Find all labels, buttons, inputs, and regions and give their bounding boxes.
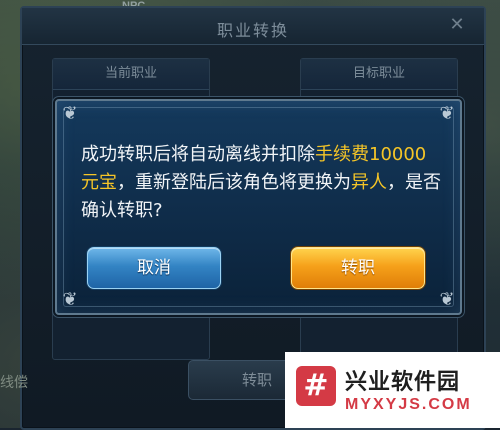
window-title: 职业转换 <box>216 21 289 40</box>
left-edge-text: 线偿 <box>0 375 28 391</box>
target-job-title: 目标职业 <box>301 59 457 90</box>
close-icon[interactable]: ✕ <box>444 12 470 38</box>
corner-ornament-icon: ❦ <box>62 103 78 124</box>
dialog-message: 成功转职后将自动离线并扣除手续费10000元宝，重新登陆后该角色将更换为异人，是… <box>81 141 441 225</box>
cancel-button[interactable]: 取消 <box>87 247 221 289</box>
corner-ornament-icon: ❦ <box>439 289 455 310</box>
current-job-title: 当前职业 <box>53 59 209 90</box>
site-logo-icon: # <box>296 366 336 406</box>
corner-ornament-icon: ❦ <box>439 103 455 124</box>
confirm-transfer-button[interactable]: 转职 <box>291 247 425 289</box>
window-titlebar: 职业转换 ✕ <box>22 8 484 45</box>
message-text: 成功转职后将自动离线并扣除 <box>81 144 315 165</box>
message-text: ，重新登陆后该角色将更换为 <box>117 172 351 193</box>
watermark-title: 兴业软件园 <box>345 370 461 395</box>
target-class-highlight: 异人 <box>351 172 387 193</box>
watermark-url: MYXYJS.COM <box>345 396 472 413</box>
confirm-dialog: ❦ ❦ ❦ ❦ 成功转职后将自动离线并扣除手续费10000元宝，重新登陆后该角色… <box>55 99 462 315</box>
corner-ornament-icon: ❦ <box>62 289 78 310</box>
site-watermark: # 兴业软件园 MYXYJS.COM <box>285 352 500 428</box>
